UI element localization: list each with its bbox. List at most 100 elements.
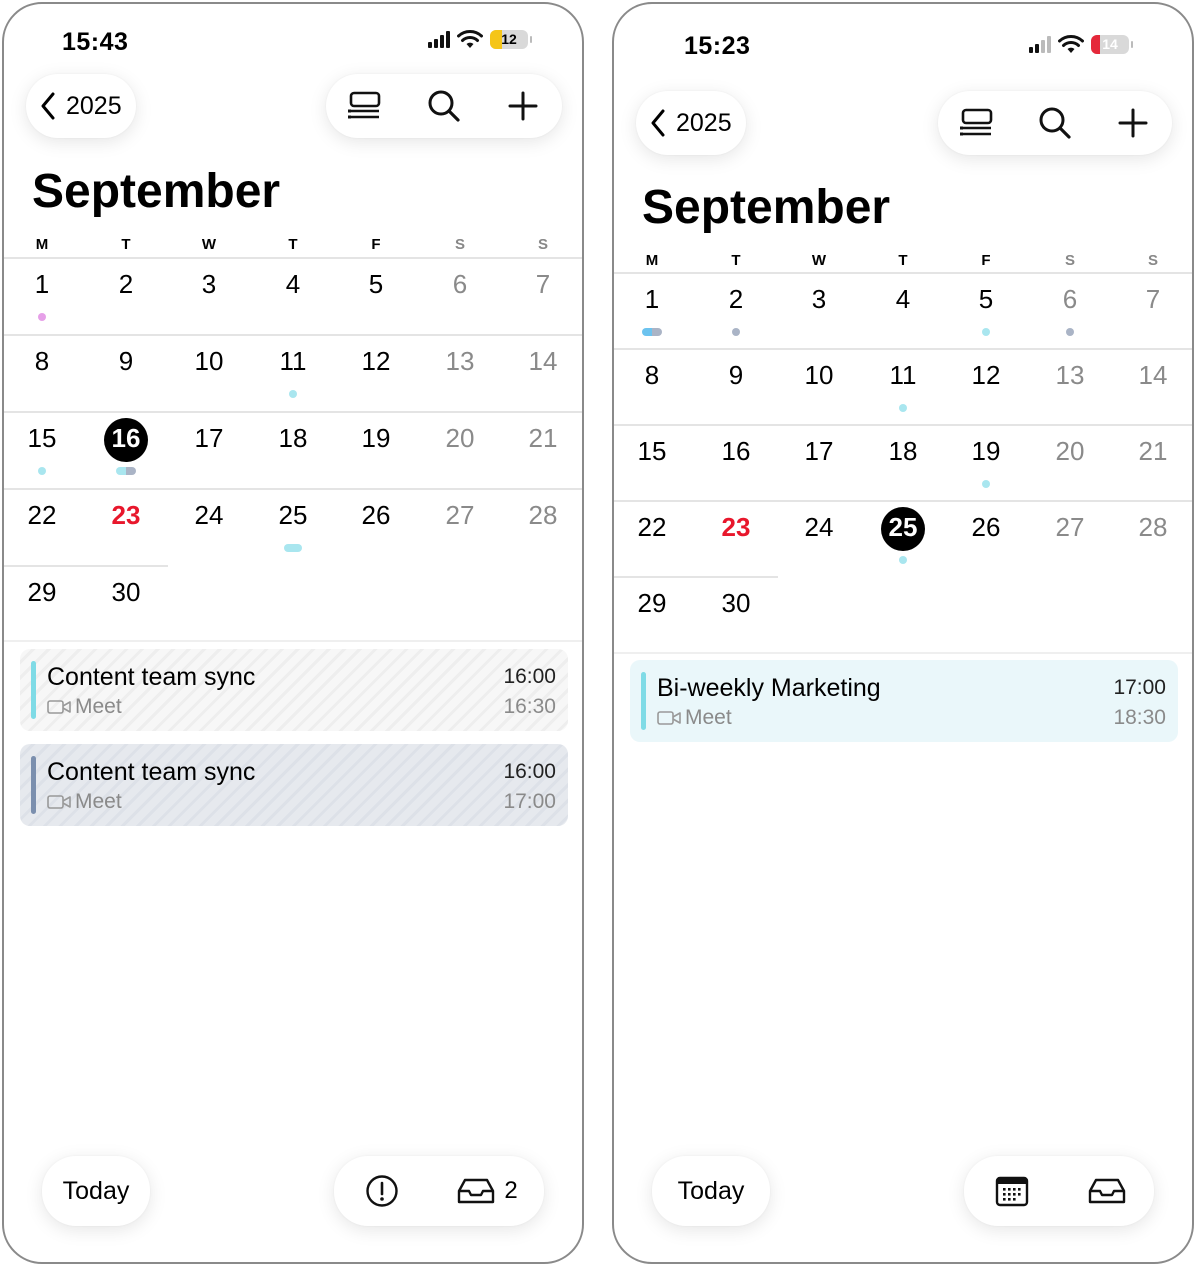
event-start-time: 16:00 <box>503 665 556 688</box>
calendar-day[interactable]: 21 <box>502 411 582 487</box>
calendar-day[interactable]: 5 <box>945 272 1027 348</box>
calendar-day[interactable]: 3 <box>778 272 860 348</box>
calendar-day[interactable]: 10 <box>168 334 250 410</box>
add-event-button[interactable] <box>1094 91 1172 155</box>
calendar-day-selected[interactable]: 16 <box>85 411 167 487</box>
calendar-day[interactable]: 25 <box>252 488 334 564</box>
calendar-day[interactable]: 22 <box>4 488 83 564</box>
calendar-day[interactable]: 1 <box>4 257 83 333</box>
calendar-view-button[interactable] <box>964 1156 1059 1226</box>
calendar-day[interactable]: 28 <box>502 488 582 564</box>
calendar-day[interactable]: 19 <box>335 411 417 487</box>
calendar-day[interactable]: 13 <box>1029 348 1111 424</box>
calendar-day[interactable]: 14 <box>502 334 582 410</box>
calendar-day[interactable]: 1 <box>614 272 693 348</box>
calendar-day[interactable]: 12 <box>335 334 417 410</box>
search-button[interactable] <box>1016 91 1094 155</box>
event-start-time: 17:00 <box>1113 676 1166 699</box>
back-to-year-button[interactable]: 2025 <box>26 74 136 138</box>
calendar-day[interactable]: 7 <box>502 257 582 333</box>
calendar-day[interactable]: 4 <box>862 272 944 348</box>
inbox-button[interactable]: 2 <box>430 1156 544 1226</box>
add-event-button[interactable] <box>483 74 562 138</box>
back-to-year-button[interactable]: 2025 <box>636 91 746 155</box>
calendar-day[interactable]: 16 <box>695 424 777 500</box>
weekday-label: S <box>1147 252 1158 269</box>
calendar-day[interactable]: 6 <box>419 257 501 333</box>
calendar-day[interactable]: 5 <box>335 257 417 333</box>
video-camera-icon <box>47 795 71 809</box>
event-location: Meet <box>657 706 732 730</box>
calendar-day[interactable]: 13 <box>419 334 501 410</box>
calendar-day[interactable]: 15 <box>4 411 83 487</box>
alerts-button[interactable] <box>334 1156 430 1226</box>
calendar-day[interactable]: 4 <box>252 257 334 333</box>
weekday-header: M T W T F S S <box>4 236 582 258</box>
event-start-time: 16:00 <box>503 760 556 783</box>
inbox-button[interactable] <box>1059 1156 1154 1226</box>
calendar-day[interactable]: 3 <box>168 257 250 333</box>
today-button[interactable]: Today <box>652 1156 770 1226</box>
calendar-day[interactable]: 17 <box>778 424 860 500</box>
calendar-day[interactable]: 29 <box>614 576 693 652</box>
phone-screen-left: 15:43 12 2025 September M T W T F S S 1 … <box>2 2 584 1264</box>
calendar-day[interactable]: 30 <box>85 565 167 641</box>
calendar-day[interactable]: 17 <box>168 411 250 487</box>
calendar-day[interactable]: 26 <box>335 488 417 564</box>
event-card[interactable]: Content team sync Meet 16:00 17:00 <box>20 744 568 826</box>
calendar-day[interactable]: 9 <box>695 348 777 424</box>
calendar-day[interactable]: 18 <box>862 424 944 500</box>
calendar-week: 1 2 3 4 5 6 7 <box>4 257 582 333</box>
calendar-day[interactable]: 7 <box>1112 272 1192 348</box>
calendar-day-holiday[interactable]: 23 <box>695 500 777 576</box>
calendar-day[interactable]: 30 <box>695 576 777 652</box>
event-card[interactable]: Content team sync Meet 16:00 16:30 <box>20 649 568 731</box>
calendar-week: 8 9 10 11 12 13 14 <box>614 348 1192 424</box>
calendar-day[interactable]: 20 <box>1029 424 1111 500</box>
calendar-day[interactable]: 22 <box>614 500 693 576</box>
calendar-day[interactable]: 8 <box>614 348 693 424</box>
calendar-day[interactable]: 11 <box>862 348 944 424</box>
event-card[interactable]: Bi-weekly Marketing Meet 17:00 18:30 <box>630 660 1178 742</box>
calendar-day[interactable]: 14 <box>1112 348 1192 424</box>
weekday-label: F <box>371 236 381 253</box>
list-view-button[interactable] <box>326 74 405 138</box>
back-label: 2025 <box>676 108 732 137</box>
weekday-label: M <box>645 252 659 269</box>
calendar-day[interactable]: 6 <box>1029 272 1111 348</box>
calendar-day[interactable]: 18 <box>252 411 334 487</box>
status-time: 15:43 <box>62 28 129 56</box>
calendar-day[interactable]: 15 <box>614 424 693 500</box>
today-button[interactable]: Today <box>42 1156 150 1226</box>
calendar-day[interactable]: 19 <box>945 424 1027 500</box>
calendar-day[interactable]: 21 <box>1112 424 1192 500</box>
calendar-day[interactable]: 27 <box>1029 500 1111 576</box>
list-view-button[interactable] <box>938 91 1016 155</box>
calendar-day[interactable]: 26 <box>945 500 1027 576</box>
calendar-day-selected[interactable]: 25 <box>862 500 944 576</box>
calendar-day[interactable]: 12 <box>945 348 1027 424</box>
calendar-day[interactable]: 2 <box>695 272 777 348</box>
status-time: 15:23 <box>684 32 751 60</box>
list-view-icon <box>348 91 381 119</box>
weekday-label: S <box>1064 252 1075 269</box>
calendar-day[interactable]: 20 <box>419 411 501 487</box>
section-divider <box>614 652 1192 654</box>
calendar-day[interactable]: 29 <box>4 565 83 641</box>
calendar-day[interactable]: 2 <box>85 257 167 333</box>
cellular-signal-icon <box>428 31 450 48</box>
event-title: Content team sync <box>47 758 256 786</box>
calendar-week: 29 30 <box>614 576 1192 652</box>
calendar-day[interactable]: 24 <box>778 500 860 576</box>
search-button[interactable] <box>405 74 484 138</box>
calendar-day[interactable]: 8 <box>4 334 83 410</box>
calendar-day[interactable]: 28 <box>1112 500 1192 576</box>
calendar-day[interactable]: 27 <box>419 488 501 564</box>
calendar-day[interactable]: 10 <box>778 348 860 424</box>
calendar-day[interactable]: 24 <box>168 488 250 564</box>
calendar-day-holiday[interactable]: 23 <box>85 488 167 564</box>
calendar-day[interactable]: 9 <box>85 334 167 410</box>
weekday-label: W <box>811 252 827 269</box>
phone-screen-right: 15:23 14 2025 September M T W T F S S 1 … <box>612 2 1194 1264</box>
calendar-day[interactable]: 11 <box>252 334 334 410</box>
